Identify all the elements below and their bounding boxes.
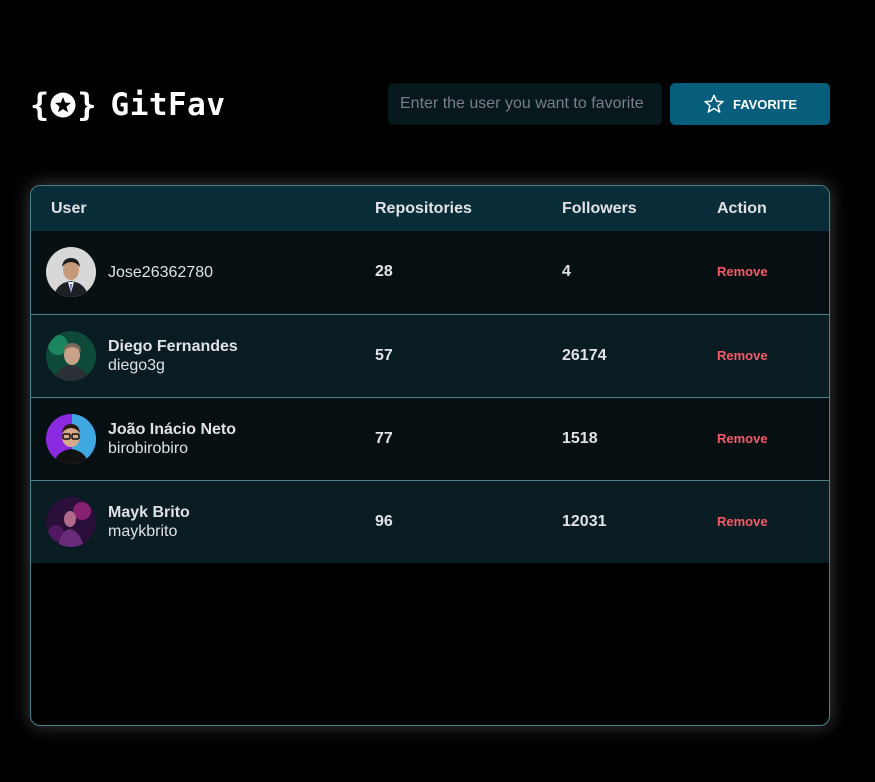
table-row: Mayk Brito maykbrito 96 12031 Remove — [31, 479, 829, 563]
user-cell: João Inácio Neto birobirobiro — [31, 396, 375, 480]
user-text: Mayk Brito maykbrito — [108, 503, 190, 541]
favorite-button-label: FAVORITE — [732, 96, 798, 112]
repositories-cell: 28 — [375, 263, 393, 281]
remove-button[interactable]: Remove — [717, 348, 768, 363]
user-info: Mayk Brito maykbrito — [46, 496, 375, 547]
user-text: Jose26362780 — [108, 263, 213, 282]
header-repositories: Repositories — [375, 199, 472, 217]
avatar[interactable] — [46, 330, 96, 381]
app-title: GitFav — [110, 87, 226, 123]
favorite-button[interactable]: FAVORITE — [670, 83, 830, 125]
user-login[interactable]: Jose26362780 — [108, 263, 213, 282]
app-logo: { } GitFav — [30, 85, 226, 125]
avatar[interactable] — [46, 496, 96, 547]
avatar-image — [46, 330, 96, 381]
user-name: João Inácio Neto — [108, 420, 237, 438]
action-cell: Remove — [717, 313, 829, 397]
remove-button[interactable]: Remove — [717, 431, 768, 446]
user-name: Mayk Brito — [108, 503, 190, 521]
user-login[interactable]: maykbrito — [108, 522, 190, 541]
star-outline-icon — [704, 94, 724, 113]
remove-button[interactable]: Remove — [717, 514, 768, 529]
avatar-image — [46, 247, 96, 298]
user-cell: Jose26362780 — [31, 231, 375, 314]
user-login[interactable]: diego3g — [108, 356, 238, 375]
user-login[interactable]: birobirobiro — [108, 439, 236, 458]
user-cell: Diego Fernandes diego3g — [31, 313, 375, 397]
table-row: Jose26362780 28 4 Remove — [31, 231, 829, 314]
avatar-image — [46, 413, 96, 464]
user-info: Jose26362780 — [46, 247, 375, 298]
favorites-table: User Repositories Followers Action Jose2… — [31, 186, 829, 563]
user-name: Diego Fernandes — [108, 337, 238, 355]
user-info: Diego Fernandes diego3g — [46, 330, 375, 381]
logo-brace-close: } — [77, 86, 97, 124]
logo-mark: { } — [30, 85, 97, 125]
search-input[interactable] — [388, 83, 662, 125]
header-followers: Followers — [562, 199, 637, 217]
table-header-row: User Repositories Followers Action — [31, 186, 829, 231]
logo-brace-open: { — [30, 86, 50, 124]
user-info: João Inácio Neto birobirobiro — [46, 413, 375, 464]
repositories-cell: 96 — [375, 479, 562, 563]
header-user: User — [51, 199, 87, 217]
followers-cell: 1518 — [562, 396, 717, 480]
action-cell: Remove — [717, 396, 829, 480]
table-row: Diego Fernandes diego3g 57 26174 Remove — [31, 313, 829, 397]
avatar-image — [46, 496, 96, 547]
followers-cell: 12031 — [562, 479, 717, 563]
search-bar: FAVORITE — [388, 83, 830, 125]
star-icon — [50, 92, 76, 118]
followers-cell: 26174 — [562, 313, 717, 397]
user-text: João Inácio Neto birobirobiro — [108, 420, 236, 458]
avatar[interactable] — [46, 413, 96, 464]
avatar[interactable] — [46, 247, 96, 298]
repositories-cell: 77 — [375, 396, 562, 480]
table-row: João Inácio Neto birobirobiro 77 1518 Re… — [31, 396, 829, 480]
action-cell: Remove — [717, 231, 829, 314]
user-text: Diego Fernandes diego3g — [108, 337, 238, 375]
action-cell: Remove — [717, 479, 829, 563]
favorites-table-container: User Repositories Followers Action Jose2… — [30, 185, 830, 726]
followers-cell: 4 — [562, 263, 571, 281]
remove-button[interactable]: Remove — [717, 264, 768, 279]
header-action: Action — [717, 199, 767, 217]
user-cell: Mayk Brito maykbrito — [31, 479, 375, 563]
repositories-cell: 57 — [375, 313, 562, 397]
